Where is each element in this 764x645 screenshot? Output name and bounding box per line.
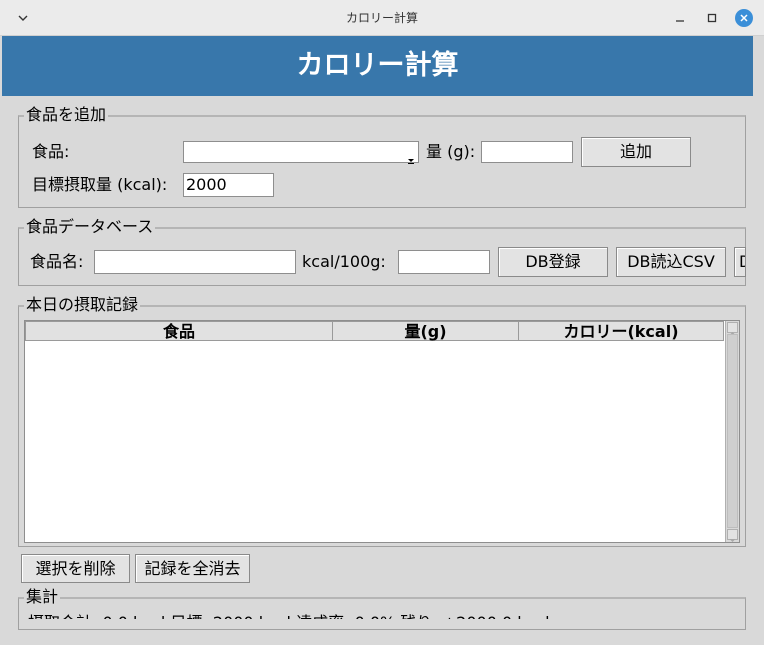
food-name-input[interactable] — [94, 250, 296, 274]
column-header-food[interactable]: 食品 — [25, 321, 333, 341]
food-combobox[interactable] — [183, 141, 419, 164]
app-header: カロリー計算 — [2, 36, 753, 96]
food-name-label: 食品名: — [30, 252, 84, 271]
db-partial-button[interactable]: D — [734, 247, 746, 277]
quantity-label: 量 (g): — [426, 142, 476, 161]
food-label: 食品: — [32, 142, 70, 161]
summary-clip: 摂取合計: 0.0 kcal 目標: 2000 kcal 達成率: 0.0% 残… — [28, 611, 664, 619]
target-intake-input[interactable]: 2000 — [183, 173, 274, 197]
close-button[interactable] — [732, 6, 756, 30]
summary-section-title: 集計 — [24, 587, 61, 606]
close-icon — [735, 9, 753, 27]
dropdown-arrow-icon[interactable] — [406, 148, 416, 164]
db-register-button[interactable]: DB登録 — [498, 247, 608, 277]
intake-log-scrollbar[interactable] — [725, 321, 739, 542]
app-title: カロリー計算 — [296, 50, 459, 81]
window-title: カロリー計算 — [345, 11, 418, 25]
window-titlebar: カロリー計算 — [0, 0, 764, 36]
scroll-down-arrow-icon[interactable] — [727, 529, 738, 542]
scrollbar-thumb[interactable] — [727, 334, 738, 528]
kcal-per-100g-input[interactable] — [398, 250, 490, 274]
intake-log-section-title: 本日の摂取記録 — [24, 295, 141, 314]
add-food-section-title: 食品を追加 — [24, 105, 109, 124]
add-button[interactable]: 追加 — [581, 137, 691, 167]
target-intake-label: 目標摂取量 (kcal): — [32, 175, 168, 194]
column-header-quantity[interactable]: 量(g) — [332, 321, 519, 341]
intake-log-table[interactable]: 食品 量(g) カロリー(kcal) — [24, 320, 740, 543]
food-db-section-title: 食品データベース — [24, 217, 156, 236]
db-import-csv-button[interactable]: DB読込CSV — [616, 247, 726, 277]
summary-text: 摂取合計: 0.0 kcal 目標: 2000 kcal 達成率: 0.0% 残… — [28, 611, 550, 619]
chevron-down-icon[interactable] — [14, 9, 32, 27]
delete-selected-button[interactable]: 選択を削除 — [21, 554, 130, 583]
clear-all-records-button[interactable]: 記録を全消去 — [135, 554, 250, 583]
scroll-up-arrow-icon[interactable] — [727, 322, 738, 335]
column-header-calories[interactable]: カロリー(kcal) — [518, 321, 724, 341]
minimize-icon[interactable] — [668, 6, 692, 30]
maximize-icon[interactable] — [700, 6, 724, 30]
quantity-input[interactable] — [481, 141, 573, 163]
kcal-per-100g-label: kcal/100g: — [302, 252, 386, 271]
